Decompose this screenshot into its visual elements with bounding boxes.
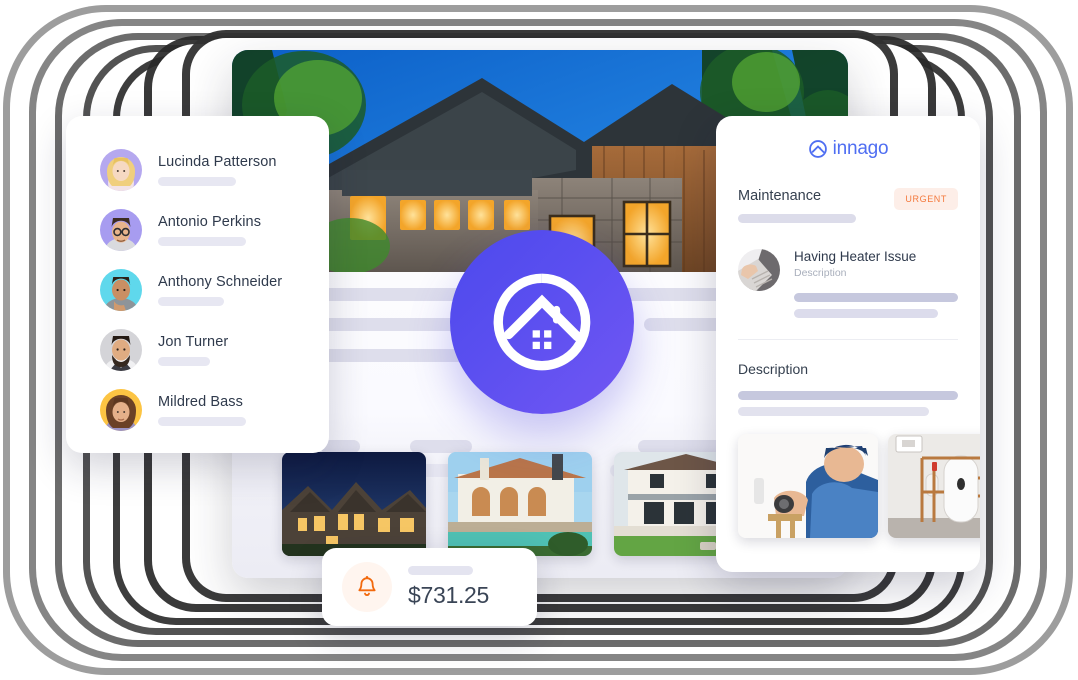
status-badge-urgent: URGENT	[894, 188, 958, 210]
tenant-name: Mildred Bass	[158, 394, 244, 410]
tenant-list-item[interactable]: Lucinda Patterson	[66, 140, 329, 200]
avatar-woman-blonde	[100, 149, 142, 191]
stone-manor-night-photo	[282, 452, 426, 556]
tenant-detail-placeholder	[158, 417, 246, 426]
property-thumbnail-list	[282, 452, 758, 556]
innago-logo-badge	[450, 230, 634, 414]
innago-wordmark-text: innago	[832, 138, 889, 159]
tenant-name: Jon Turner	[158, 334, 229, 350]
property-thumbnail[interactable]	[448, 452, 592, 556]
maintenance-request-item[interactable]: Having Heater Issue Description	[738, 249, 958, 318]
innago-house-circle-icon	[493, 273, 591, 371]
placeholder-line	[738, 391, 958, 400]
request-title: Having Heater Issue	[794, 249, 917, 264]
innago-wordmark: innago	[738, 138, 958, 160]
tenant-list-item[interactable]: Antonio Perkins	[66, 200, 329, 260]
mediterranean-villa-pool-photo	[448, 452, 592, 556]
boiler-pipes-room-photo	[888, 434, 980, 538]
maintenance-photo[interactable]	[738, 434, 878, 538]
tenant-list-item[interactable]: Anthony Schneider	[66, 260, 329, 320]
property-thumbnail[interactable]	[282, 452, 426, 556]
request-subtitle: Description	[794, 267, 847, 279]
innago-mark-icon	[808, 140, 827, 158]
placeholder-line	[794, 309, 939, 318]
description-heading: Description	[738, 361, 809, 377]
avatar-woman-curly	[100, 389, 142, 431]
request-text-placeholders	[794, 293, 958, 318]
placeholder-line	[738, 407, 930, 416]
avatar-man-beard	[100, 329, 142, 371]
tenant-detail-placeholder	[158, 177, 236, 186]
maintenance-title: Maintenance	[738, 188, 822, 204]
tenant-list-item[interactable]: Mildred Bass	[66, 380, 329, 440]
bell-icon-wrapper	[342, 562, 392, 612]
avatar-man-thinking	[100, 269, 142, 311]
maintenance-panel: innago Maintenance URGENT Having Heater …	[716, 116, 980, 572]
tenant-list-card: Lucinda Patterson Antonio Perkins Anthony …	[66, 116, 329, 453]
avatar	[100, 329, 142, 371]
maintenance-subtitle-placeholder	[738, 214, 856, 223]
tenant-detail-placeholder	[158, 297, 224, 306]
scene: Lucinda Patterson Antonio Perkins Anthony …	[0, 0, 1078, 680]
tenant-detail-placeholder	[158, 357, 210, 366]
maintenance-photo[interactable]	[888, 434, 980, 538]
tenant-detail-placeholder	[158, 237, 246, 246]
avatar	[100, 149, 142, 191]
request-thumbnail	[738, 249, 780, 291]
placeholder-line	[794, 293, 958, 302]
tenant-name: Lucinda Patterson	[158, 154, 277, 170]
tenant-name: Anthony Schneider	[158, 274, 283, 290]
avatar	[100, 209, 142, 251]
maintenance-header: Maintenance URGENT	[738, 188, 958, 223]
description-placeholders	[738, 391, 958, 416]
divider	[738, 339, 958, 340]
payment-label-placeholder	[408, 565, 473, 575]
maintenance-photo-list	[738, 434, 980, 538]
payment-amount: $731.25	[408, 581, 490, 608]
payment-notification-card[interactable]: $731.25	[322, 548, 537, 626]
heater-repair-thumb	[738, 249, 780, 291]
avatar-man-glasses	[100, 209, 142, 251]
tenant-list-item[interactable]: Jon Turner	[66, 320, 329, 380]
technician-repairing-heater-photo	[738, 434, 878, 538]
bell-icon	[358, 576, 376, 596]
avatar	[100, 269, 142, 311]
tenant-name: Antonio Perkins	[158, 214, 262, 230]
avatar	[100, 389, 142, 431]
